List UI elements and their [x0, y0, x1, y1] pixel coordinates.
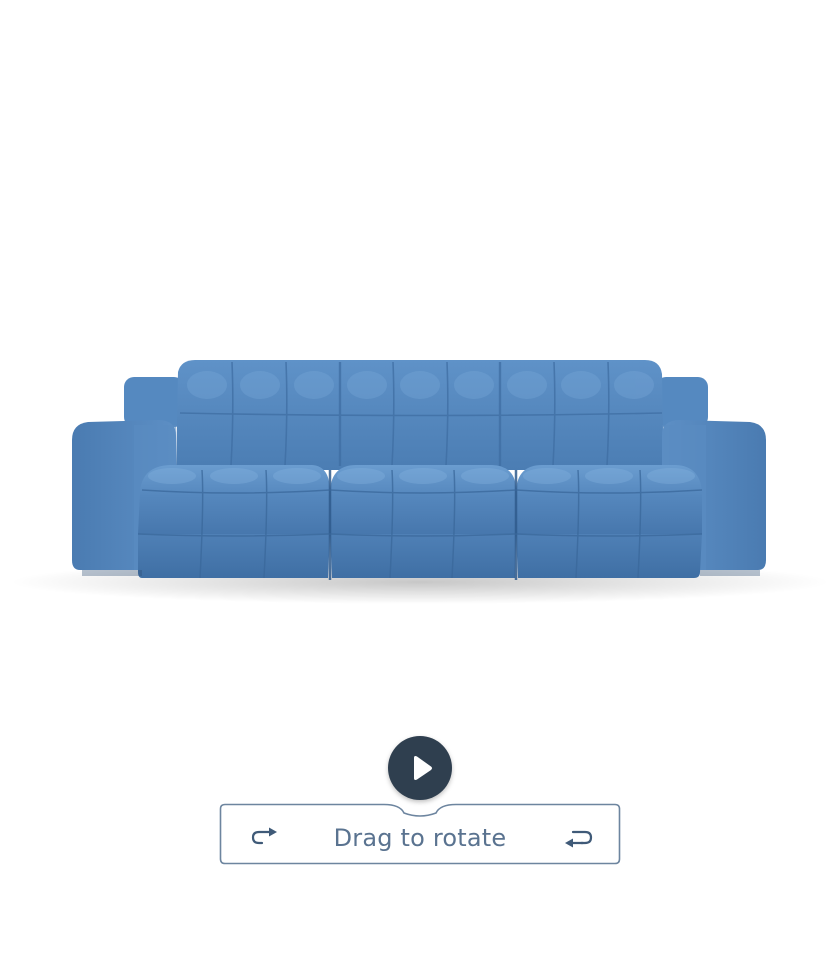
rotate-arrow-right-icon	[565, 830, 593, 848]
sofa-rear-arm-right	[656, 377, 708, 427]
product-viewer: Drag to rotate	[0, 0, 840, 960]
play-button[interactable]	[388, 736, 452, 800]
play-icon	[414, 756, 432, 780]
sofa-rear-arm-left	[124, 377, 184, 427]
sofa-3d-model[interactable]	[0, 0, 840, 700]
drag-to-rotate-hint[interactable]: Drag to rotate	[219, 803, 621, 865]
